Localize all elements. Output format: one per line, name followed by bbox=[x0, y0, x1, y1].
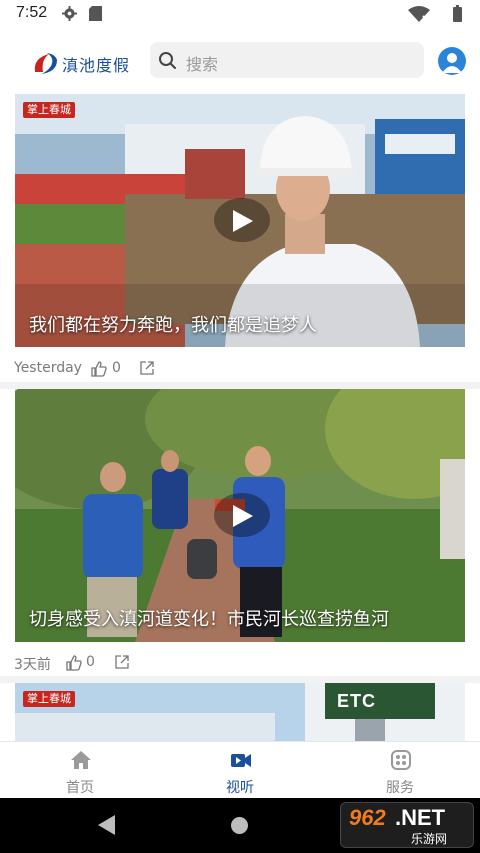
sd-card-icon bbox=[89, 6, 102, 21]
post-time: 3天前 bbox=[14, 657, 51, 673]
video-card-3[interactable]: 掌上春城 ETC bbox=[15, 683, 465, 741]
etc-sign-text: ETC bbox=[337, 691, 376, 711]
logo-icon bbox=[34, 53, 57, 74]
service-icon bbox=[391, 750, 411, 770]
watermark-logo: 掌上春城 bbox=[23, 691, 75, 707]
search-icon bbox=[159, 52, 176, 69]
nav-video-label: 视听 bbox=[226, 780, 254, 796]
video-thumbnail-3 bbox=[15, 683, 465, 741]
video-title: 我们都在努力奔跑，我们都是追梦人 bbox=[29, 315, 317, 336]
thumbs-up-icon[interactable] bbox=[91, 361, 107, 377]
share-icon[interactable] bbox=[140, 361, 154, 375]
post-time: Yesterday bbox=[14, 360, 82, 376]
video-meta-1: Yesterday 0 bbox=[0, 354, 480, 384]
watermark-net: .NET bbox=[395, 805, 446, 830]
nav-home-label: 首页 bbox=[66, 780, 94, 796]
play-icon bbox=[233, 210, 253, 232]
battery-icon bbox=[453, 5, 462, 22]
watermark-sub: 乐游网 bbox=[411, 832, 448, 846]
logo-text: 滇池度假 bbox=[62, 56, 131, 75]
user-avatar-icon[interactable] bbox=[438, 47, 466, 75]
divider bbox=[0, 676, 480, 683]
like-count: 0 bbox=[112, 360, 121, 376]
bottom-navigation: 首页 视听 服务 bbox=[0, 741, 480, 798]
status-bar: 7:52 bbox=[0, 0, 480, 28]
nav-home[interactable]: 首页 bbox=[20, 742, 140, 799]
watermark-logo: 掌上春城 bbox=[23, 102, 75, 118]
like-count: 0 bbox=[86, 654, 95, 670]
play-icon bbox=[233, 505, 253, 527]
thumbs-up-icon[interactable] bbox=[66, 655, 82, 671]
home-icon bbox=[71, 751, 91, 769]
site-watermark-badge: 962 .NET 乐游网 bbox=[340, 802, 474, 848]
back-icon[interactable] bbox=[98, 815, 116, 835]
video-meta-2: 3天前 0 bbox=[0, 648, 480, 678]
nav-video[interactable]: 视听 bbox=[180, 742, 300, 799]
nav-service-label: 服务 bbox=[386, 780, 414, 796]
watermark-number: 962 bbox=[349, 805, 386, 830]
nav-service[interactable]: 服务 bbox=[340, 742, 460, 799]
divider bbox=[0, 382, 480, 389]
system-navigation-bar: 962 .NET 乐游网 bbox=[0, 798, 480, 853]
app-header: 滇池度假 搜索 bbox=[0, 28, 480, 94]
gear-icon bbox=[62, 6, 77, 21]
video-camera-icon bbox=[231, 754, 251, 767]
status-time: 7:52 bbox=[16, 4, 48, 21]
play-button[interactable] bbox=[214, 493, 270, 537]
video-card-1[interactable]: 掌上春城 我们都在努力奔跑，我们都是追梦人 bbox=[15, 94, 465, 347]
share-icon[interactable] bbox=[115, 655, 129, 669]
video-title: 切身感受入滇河道变化！市民河长巡查捞鱼河 bbox=[29, 609, 389, 630]
wifi-icon bbox=[408, 6, 430, 22]
search-placeholder: 搜索 bbox=[186, 55, 219, 74]
home-circle-icon[interactable] bbox=[231, 817, 248, 834]
video-card-2[interactable]: 切身感受入滇河道变化！市民河长巡查捞鱼河 bbox=[15, 389, 465, 642]
play-button[interactable] bbox=[214, 198, 270, 242]
